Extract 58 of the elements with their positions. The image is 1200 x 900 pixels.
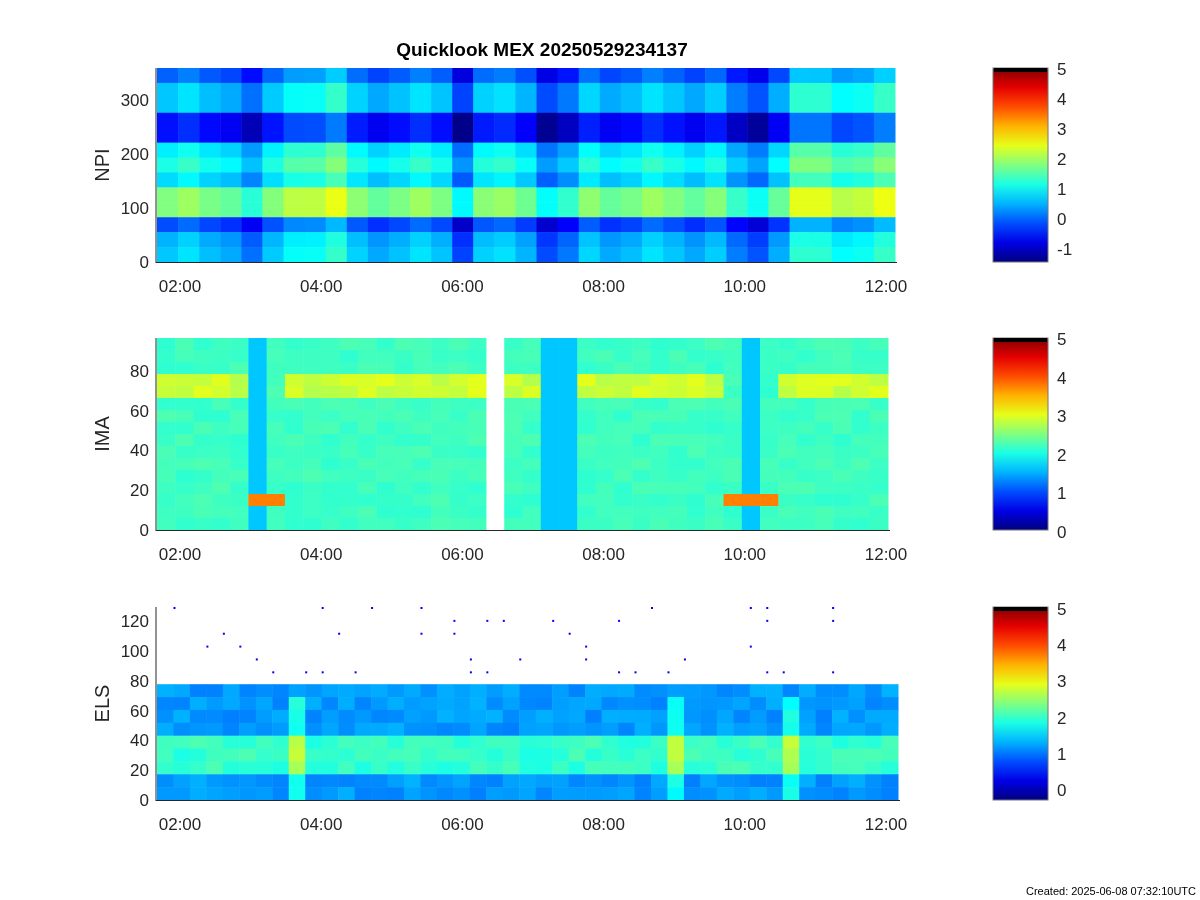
colorbar-tick-label: 5 (1057, 60, 1067, 79)
colorbar-tick-label: -1 (1057, 240, 1073, 259)
figure-title: Quicklook MEX 20250529234137 (396, 39, 688, 60)
tick-label: 10:00 (723, 277, 767, 296)
colorbar-tick-label: 4 (1057, 636, 1067, 656)
axis-title: IMA (91, 416, 113, 452)
colorbar-tick-label: 3 (1057, 672, 1067, 692)
colorbar-tick-label: 1 (1057, 180, 1067, 199)
tick-label: 0 (139, 521, 149, 540)
tick-label: 20 (130, 761, 149, 781)
creation-timestamp: Created: 2025-06-08 07:32:10UTC (1026, 885, 1196, 897)
tick-label: 0 (139, 253, 149, 272)
tick-label: 200 (120, 145, 149, 165)
axis-title: ELS (91, 684, 113, 723)
tick-label: 10:00 (723, 815, 767, 834)
tick-label: 08:00 (582, 277, 625, 296)
colorbar-tick-label: 0 (1057, 781, 1067, 800)
tick-label: 06:00 (441, 277, 484, 296)
tick-label: 80 (130, 671, 149, 691)
tick-label: 08:00 (582, 815, 625, 834)
colorbar-tick-label: 3 (1057, 120, 1067, 139)
tick-label: 60 (130, 701, 149, 721)
tick-label: 04:00 (299, 545, 343, 564)
tick-label: 02:00 (158, 545, 202, 564)
colorbar-tick-label: 4 (1057, 90, 1067, 109)
tick-label: 100 (120, 642, 149, 661)
colorbar-tick-label: 4 (1057, 368, 1067, 388)
tick-label: 300 (120, 91, 149, 111)
tick-label: 02:00 (158, 815, 202, 834)
tick-label: 10:00 (723, 545, 767, 564)
tick-label: 80 (130, 361, 149, 381)
tick-label: 40 (130, 731, 149, 751)
colorbar-tick-label: 0 (1057, 210, 1067, 229)
tick-label: 12:00 (864, 277, 908, 296)
tick-label: 120 (120, 612, 149, 632)
tick-label: 06:00 (441, 545, 484, 564)
tick-label: 04:00 (299, 815, 343, 834)
tick-label: 04:00 (299, 277, 343, 296)
colorbar-tick-label: 5 (1057, 600, 1067, 619)
colorbar-tick-label: 1 (1057, 744, 1067, 764)
colorbar-tick-label: 2 (1057, 150, 1067, 169)
colorbar-tick-label: 2 (1057, 445, 1067, 465)
tick-label: 40 (130, 441, 149, 461)
tick-label: 100 (120, 199, 149, 219)
tick-label: 20 (130, 481, 149, 501)
colorbar-tick-label: 1 (1057, 484, 1067, 504)
tick-label: 0 (139, 791, 149, 810)
tick-label: 60 (130, 401, 149, 421)
tick-label: 12:00 (864, 545, 908, 564)
colorbar-tick-label: 5 (1057, 330, 1067, 349)
colorbar-tick-label: 3 (1057, 407, 1067, 427)
colorbar-tick-label: 0 (1057, 523, 1067, 542)
axis-title: NPI (91, 148, 113, 182)
tick-label: 12:00 (864, 815, 908, 834)
tick-label: 06:00 (441, 815, 484, 834)
colorbar-tick-label: 2 (1057, 708, 1067, 728)
tick-label: 08:00 (582, 545, 625, 564)
tick-label: 02:00 (158, 277, 202, 296)
